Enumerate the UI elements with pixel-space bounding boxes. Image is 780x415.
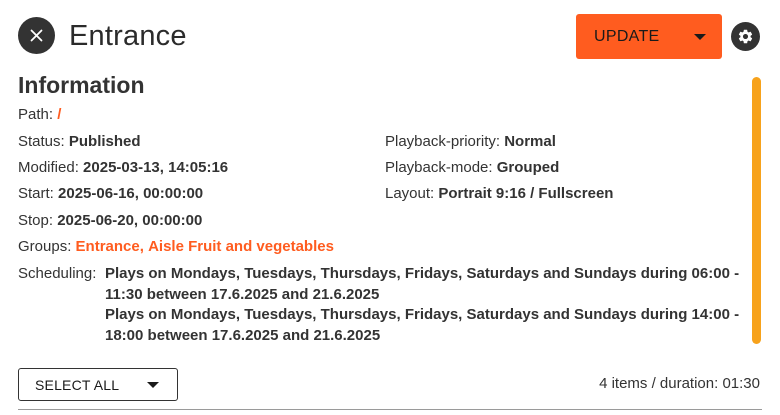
- select-all-dropdown[interactable]: SELECT ALL: [18, 368, 178, 401]
- playback-mode-field: Playback-mode: Grouped: [385, 158, 559, 178]
- scrollbar-thumb[interactable]: [752, 77, 761, 344]
- status-field: Status: Published: [18, 132, 141, 152]
- group-link-entrance[interactable]: Entrance,: [76, 238, 144, 255]
- divider: [18, 409, 762, 410]
- chevron-down-icon: [147, 381, 159, 388]
- playback-priority-value: Normal: [504, 133, 556, 150]
- start-value: 2025-06-16, 00:00:00: [58, 185, 204, 202]
- scheduling-entry: Plays on Mondays, Tuesdays, Thursdays, F…: [105, 265, 740, 303]
- scheduling-entry: Plays on Mondays, Tuesdays, Thursdays, F…: [105, 306, 740, 344]
- chevron-down-icon[interactable]: [694, 33, 706, 40]
- scheduling-label: Scheduling:: [18, 265, 97, 282]
- groups-label: Groups:: [18, 238, 72, 255]
- playback-mode-label: Playback-mode:: [385, 159, 493, 176]
- close-button[interactable]: [18, 17, 55, 54]
- modified-label: Modified:: [18, 159, 79, 176]
- stop-field: Stop: 2025-06-20, 00:00:00: [18, 211, 202, 231]
- layout-field: Layout: Portrait 9:16 / Fullscreen: [385, 184, 613, 204]
- start-label: Start:: [18, 185, 54, 202]
- content-panel: Entrance UPDATE Information Path: / Stat…: [0, 0, 780, 415]
- gear-icon: [738, 29, 753, 44]
- layout-label: Layout:: [385, 185, 435, 202]
- update-button-label: UPDATE: [594, 27, 660, 45]
- group-link-aisle-fruit[interactable]: Aisle Fruit and vegetables: [148, 238, 334, 255]
- playback-priority-label: Playback-priority:: [385, 133, 501, 150]
- stop-value: 2025-06-20, 00:00:00: [57, 212, 203, 229]
- start-field: Start: 2025-06-16, 00:00:00: [18, 184, 203, 204]
- status-label: Status:: [18, 133, 65, 150]
- update-button[interactable]: UPDATE: [576, 14, 722, 59]
- page-title: Entrance: [69, 20, 187, 52]
- select-all-label: SELECT ALL: [35, 376, 120, 393]
- close-icon: [30, 29, 43, 42]
- playback-priority-field: Playback-priority: Normal: [385, 132, 556, 152]
- stop-label: Stop:: [18, 212, 54, 229]
- section-title: Information: [18, 72, 145, 98]
- playback-mode-value: Grouped: [496, 159, 560, 176]
- path-link[interactable]: /: [57, 106, 61, 123]
- items-summary: 4 items / duration: 01:30: [599, 375, 760, 392]
- path-label: Path:: [18, 106, 54, 123]
- layout-value: Portrait 9:16 / Fullscreen: [438, 185, 614, 202]
- path-field: Path: /: [18, 105, 61, 125]
- settings-button[interactable]: [731, 22, 760, 51]
- modified-field: Modified: 2025-03-13, 14:05:16: [18, 158, 228, 178]
- status-value: Published: [68, 133, 141, 150]
- scheduling-list: Plays on Mondays, Tuesdays, Thursdays, F…: [105, 264, 750, 346]
- groups-field: Groups: Entrance, Aisle Fruit and vegeta…: [18, 237, 334, 257]
- modified-value: 2025-03-13, 14:05:16: [83, 159, 229, 176]
